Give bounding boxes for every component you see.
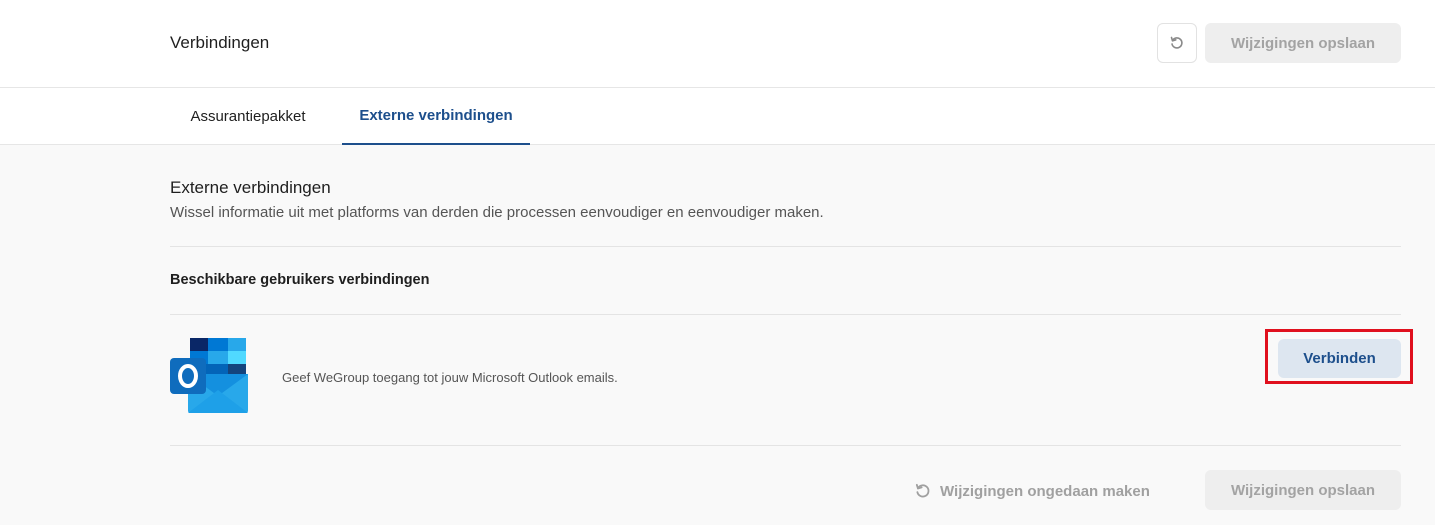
outlook-logo-icon [170,338,248,413]
save-changes-button-top[interactable]: Wijzigingen opslaan [1205,23,1401,63]
undo-button[interactable] [1157,23,1197,63]
divider [170,246,1401,247]
undo-changes-button[interactable]: Wijzigingen ongedaan maken [914,480,1150,502]
save-changes-button-bottom[interactable]: Wijzigingen opslaan [1205,470,1401,510]
connect-outlook-button[interactable]: Verbinden [1278,339,1401,378]
available-connections-heading: Beschikbare gebruikers verbindingen [170,272,430,288]
page-header: Verbindingen Wijzigingen opslaan [0,0,1435,88]
undo-changes-label: Wijzigingen ongedaan maken [940,482,1150,500]
outlook-connection-description: Geef WeGroup toegang tot jouw Microsoft … [282,370,618,385]
section-subtitle: Wissel informatie uit met platforms van … [170,204,824,221]
undo-icon [1170,36,1183,49]
page-title: Verbindingen [170,33,270,52]
tab-assurantiepakket[interactable]: Assurantiepakket [170,88,326,145]
divider [170,314,1401,315]
tab-externe-verbindingen[interactable]: Externe verbindingen [342,88,530,145]
divider [170,445,1401,446]
undo-icon [915,483,930,498]
tab-bar: Assurantiepakket Externe verbindingen [0,88,1435,145]
section-title: Externe verbindingen [170,178,331,197]
